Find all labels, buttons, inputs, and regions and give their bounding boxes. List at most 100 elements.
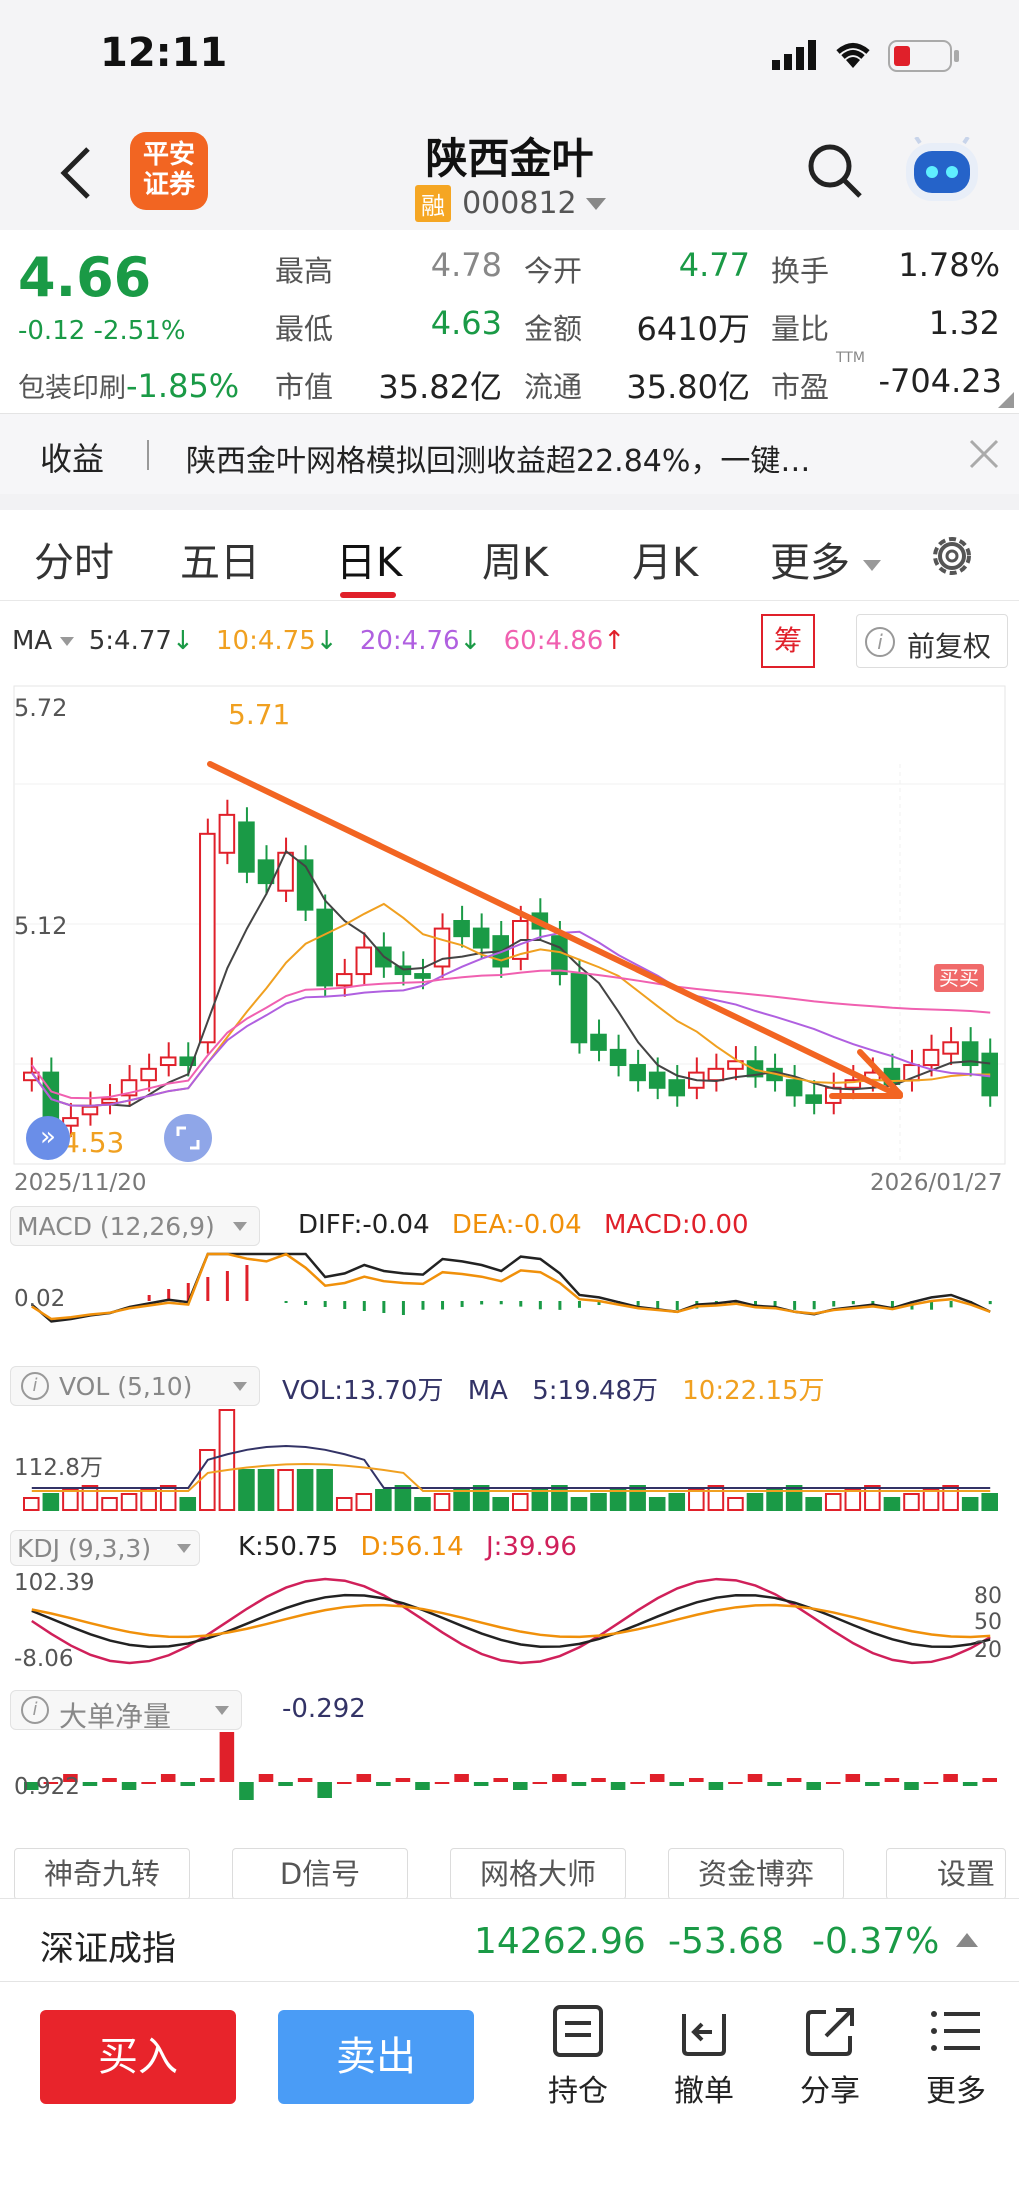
macd-dea: DEA:-0.04 bbox=[451, 1210, 582, 1240]
robot-assistant-icon[interactable] bbox=[902, 135, 982, 209]
ma-label: MA bbox=[12, 626, 53, 656]
volume-bar bbox=[375, 1489, 392, 1511]
collapse-panel-icon[interactable]: » bbox=[26, 1116, 70, 1160]
nav-bar: 平安 证券 陕西金叶 融 000812 bbox=[0, 115, 1019, 230]
candle-body bbox=[805, 1094, 822, 1104]
stock-code-selector[interactable]: 融 000812 bbox=[415, 185, 606, 222]
volume-bar bbox=[609, 1489, 627, 1511]
volume-bar bbox=[277, 1469, 294, 1511]
bigorder-bar bbox=[239, 1782, 254, 1800]
field-label-high: 最高 bbox=[275, 254, 334, 288]
tab-weekly-k[interactable]: 周K bbox=[482, 530, 548, 588]
bigorder-bar bbox=[669, 1782, 685, 1786]
gear-icon[interactable] bbox=[928, 532, 976, 584]
positions-button[interactable]: 持仓 bbox=[538, 2004, 618, 2110]
notice-banner[interactable]: 收益 陕西金叶网格模拟回测收益超22.84%，一键… bbox=[0, 414, 1019, 494]
last-price: 4.66 bbox=[18, 246, 152, 309]
cancel-order-button[interactable]: 撤单 bbox=[664, 2004, 744, 2110]
vol-indicator-selector[interactable]: i VOL (5,10) bbox=[10, 1366, 260, 1406]
field-label-open: 今开 bbox=[524, 254, 583, 288]
kdj-values: K:50.75 D:56.14 J:39.96 bbox=[238, 1532, 577, 1562]
volume-bar bbox=[492, 1497, 510, 1511]
volume-bar bbox=[120, 1493, 138, 1511]
bigorder-chart: 0.922 bbox=[0, 1730, 1019, 1840]
field-label-volume-ratio: 量比 bbox=[771, 312, 830, 346]
tab-intraday[interactable]: 分时 bbox=[34, 530, 114, 588]
active-tab-indicator bbox=[340, 592, 396, 598]
bigorder-bar bbox=[904, 1782, 919, 1790]
bigorder-bar bbox=[297, 1778, 313, 1782]
buy-button[interactable]: 买入 bbox=[40, 2010, 236, 2104]
bigorder-bar bbox=[786, 1778, 802, 1782]
close-icon[interactable] bbox=[968, 438, 1000, 474]
field-label-amount: 金额 bbox=[524, 312, 583, 346]
date-end-label: 2026/01/27 bbox=[870, 1170, 1003, 1196]
candle-body bbox=[629, 1064, 646, 1082]
adjust-selector[interactable]: i 前复权 bbox=[856, 614, 1008, 668]
more-label: 更多 bbox=[926, 2074, 986, 2109]
field-value-turnover: 1.78% bbox=[898, 246, 1000, 284]
candle-body bbox=[942, 1041, 959, 1055]
shortcut-magic-nine[interactable]: 神奇九转 bbox=[14, 1848, 190, 1900]
volume-bar bbox=[472, 1485, 490, 1511]
macd-diff: DIFF:-0.04 bbox=[298, 1210, 430, 1240]
field-value-low: 4.63 bbox=[430, 304, 502, 342]
bigorder-indicator-selector[interactable]: i 大单净量 bbox=[10, 1690, 242, 1733]
field-value-float-cap: 35.80亿 bbox=[626, 368, 750, 406]
index-percent: -0.37% bbox=[812, 1921, 940, 1962]
fullscreen-icon[interactable] bbox=[164, 1114, 212, 1162]
shortcut-grid-master[interactable]: 网格大师 bbox=[450, 1848, 626, 1900]
macd-indicator-selector[interactable]: MACD (12,26,9) bbox=[10, 1206, 260, 1246]
sell-button[interactable]: 卖出 bbox=[278, 2010, 474, 2104]
arrow-down-icon: ↓ bbox=[171, 626, 194, 656]
kdj-j: J:39.96 bbox=[486, 1532, 577, 1562]
info-icon: i bbox=[21, 1372, 49, 1400]
tab-more[interactable]: 更多 bbox=[770, 530, 881, 588]
search-icon[interactable] bbox=[806, 142, 864, 204]
field-label-pe: 市盈 bbox=[771, 370, 830, 404]
notice-text: 陕西金叶网格模拟回测收益超22.84%，一键… bbox=[186, 444, 811, 479]
volume-bar bbox=[257, 1469, 275, 1511]
margin-badge: 融 bbox=[415, 185, 451, 222]
volume-bar bbox=[335, 1497, 353, 1511]
candle-body bbox=[551, 935, 568, 976]
volume-bar bbox=[62, 1489, 79, 1511]
macd-axis-label: 0.02 bbox=[14, 1286, 66, 1312]
bigorder-bar bbox=[865, 1782, 880, 1786]
shortcut-fund-game[interactable]: 资金博弈 bbox=[668, 1848, 844, 1900]
bigorder-bar bbox=[415, 1782, 430, 1790]
index-ticker[interactable]: 深证成指 14262.96 -53.68 -0.37% bbox=[0, 1898, 1019, 1982]
bigorder-bar bbox=[258, 1774, 274, 1782]
sector-info[interactable]: 包装印刷-1.85% bbox=[18, 366, 239, 405]
chevron-up-icon bbox=[956, 1933, 978, 1947]
cancel-label: 撤单 bbox=[674, 2074, 734, 2109]
y-axis-mid-label: 5.12 bbox=[14, 912, 68, 940]
tab-daily-k[interactable]: 日K bbox=[336, 530, 402, 588]
vol-ma5-line bbox=[31, 1444, 991, 1489]
more-button[interactable]: 更多 bbox=[916, 2004, 996, 2110]
tab-monthly-k[interactable]: 月K bbox=[632, 530, 698, 588]
index-value: 14262.96 bbox=[474, 1921, 646, 1962]
volume-bar bbox=[688, 1489, 705, 1511]
ma-legend[interactable]: MA 5:4.77↓ 10:4.75↓ 20:4.76↓ 60:4.86↑ bbox=[12, 626, 625, 656]
kdj-indicator-selector[interactable]: KDJ (9,3,3) bbox=[10, 1530, 200, 1566]
volume-bar bbox=[570, 1497, 588, 1511]
shortcut-d-signal[interactable]: D信号 bbox=[232, 1848, 408, 1900]
volume-bar bbox=[394, 1485, 412, 1511]
vol-ma10: 10:22.15万 bbox=[682, 1376, 825, 1406]
ma5-value: 5:4.77 bbox=[88, 626, 172, 656]
tab-five-day[interactable]: 五日 bbox=[180, 530, 260, 588]
candle-body bbox=[785, 1079, 803, 1097]
undo-icon bbox=[682, 2014, 726, 2056]
bigorder-axis-label: 0.922 bbox=[14, 1774, 80, 1800]
kline-chart[interactable]: 5.72 5.12 5.71 4.53 » 买买 2025/11/20 2026… bbox=[0, 684, 1019, 1204]
bigorder-bar bbox=[82, 1782, 98, 1786]
macd-name: MACD (12,26,9) bbox=[17, 1212, 215, 1241]
volume-bar bbox=[101, 1497, 118, 1511]
chip-distribution-button[interactable]: 筹 bbox=[761, 614, 815, 668]
bigorder-bar bbox=[317, 1782, 332, 1798]
volume-bar bbox=[316, 1469, 333, 1511]
expand-corner-icon[interactable] bbox=[998, 392, 1014, 408]
share-button[interactable]: 分享 bbox=[790, 2004, 870, 2110]
shortcut-settings[interactable]: 设置 bbox=[886, 1848, 1006, 1900]
